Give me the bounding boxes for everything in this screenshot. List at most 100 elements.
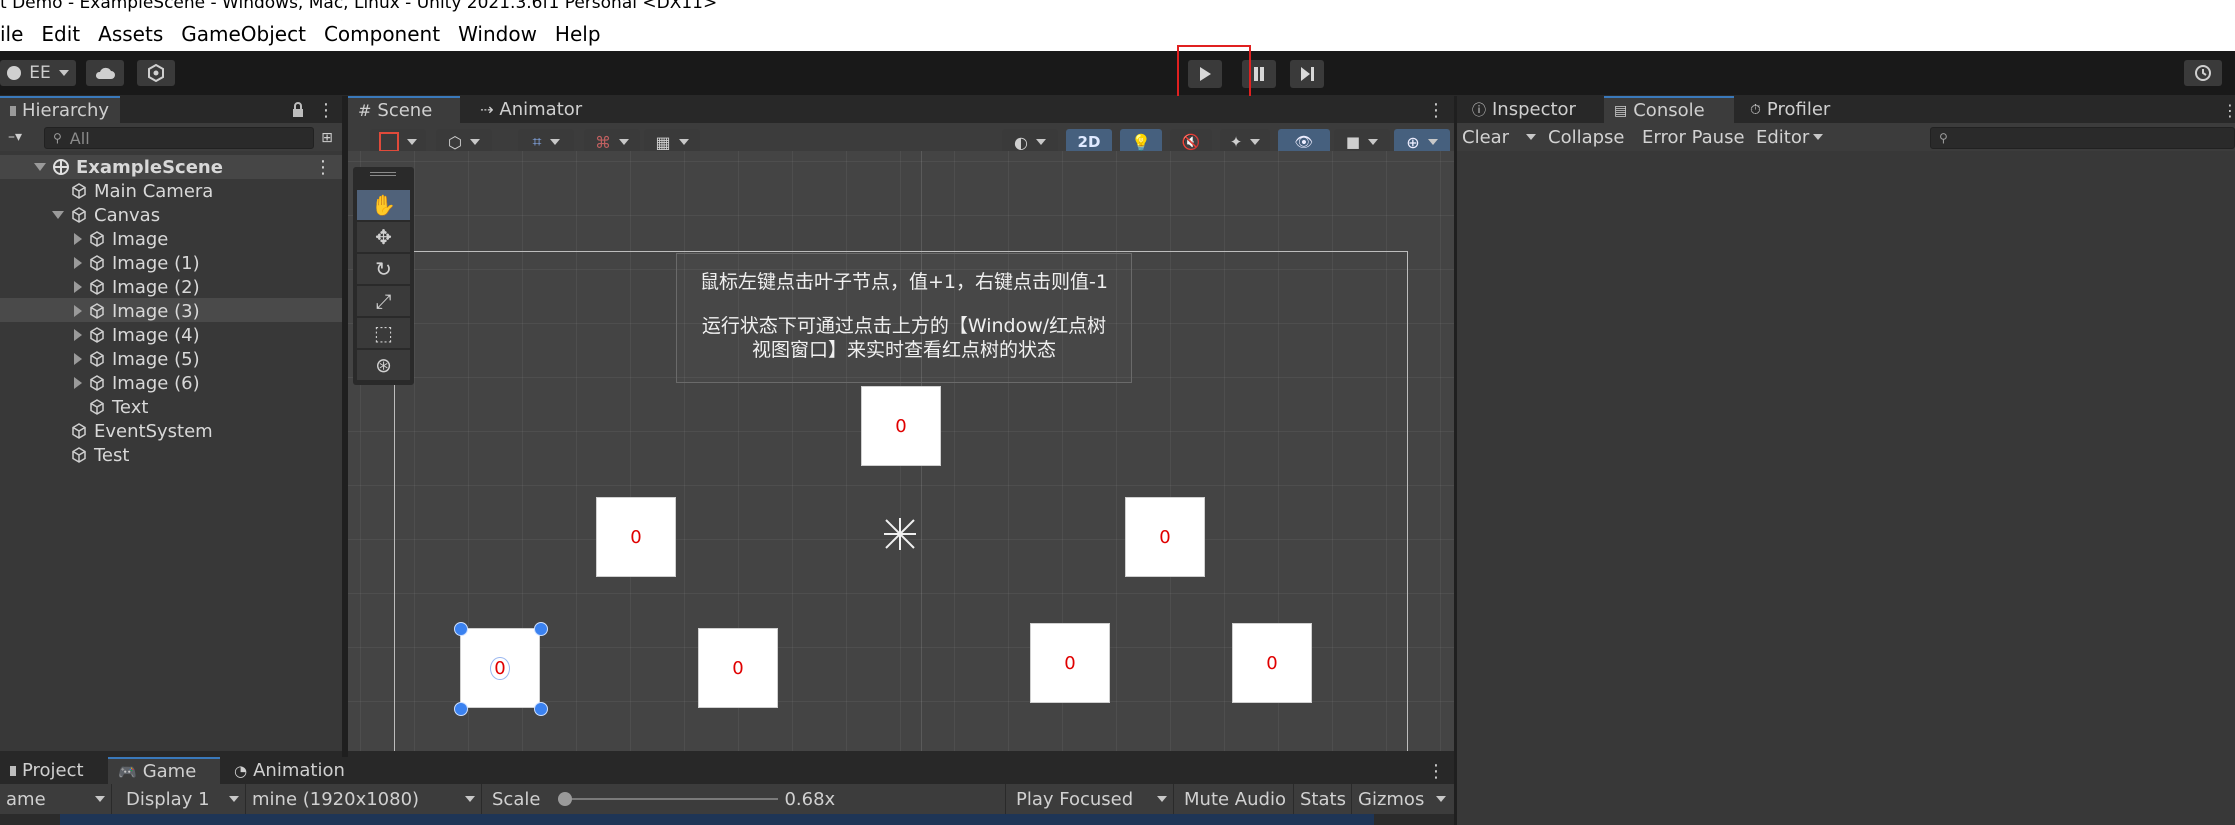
window-title-text: t Demo - ExampleScene - Windows, Mac, Li… bbox=[0, 0, 718, 13]
hierarchy-item-image-3[interactable]: Image (3) bbox=[74, 299, 200, 323]
scene-kebab-icon[interactable]: ⋮ bbox=[314, 157, 332, 178]
transform-tool[interactable]: ⊛ bbox=[357, 350, 410, 380]
scale-tool[interactable]: ⤢ bbox=[357, 286, 410, 316]
rotate-tool[interactable]: ↻ bbox=[357, 254, 410, 284]
tab-animator-label: Animator bbox=[499, 99, 583, 120]
history-button[interactable] bbox=[2184, 60, 2222, 86]
collapse-toggle[interactable]: Collapse bbox=[1548, 125, 1638, 149]
hierarchy-item-eventsystem[interactable]: EventSystem bbox=[70, 419, 213, 443]
rect-handle[interactable] bbox=[454, 622, 468, 636]
hierarchy-item-test[interactable]: Test bbox=[70, 443, 129, 467]
hierarchy-item-main-camera[interactable]: Main Camera bbox=[70, 179, 213, 203]
tree-node-leaf[interactable]: 0 bbox=[698, 628, 778, 708]
hierarchy-item-image-5[interactable]: Image (5) bbox=[74, 347, 200, 371]
lock-icon[interactable] bbox=[288, 100, 308, 120]
create-dropdown[interactable]: –▾ bbox=[0, 126, 30, 148]
console-search-input[interactable]: ⚲ bbox=[1930, 127, 2235, 149]
chevron-down-icon bbox=[1157, 796, 1167, 802]
menu-file[interactable]: ile bbox=[0, 22, 32, 46]
collab-button[interactable] bbox=[137, 60, 175, 86]
tree-node-left[interactable]: 0 bbox=[596, 497, 676, 577]
kebab-menu-icon[interactable]: ⋮ bbox=[316, 99, 336, 121]
palette-grip[interactable] bbox=[370, 172, 396, 176]
menu-component[interactable]: Component bbox=[315, 22, 449, 46]
tab-game[interactable]: 🎮 Game bbox=[108, 757, 220, 784]
tab-hierarchy[interactable]: Hierarchy bbox=[0, 96, 120, 123]
console-icon: ▤ bbox=[1614, 102, 1628, 119]
gameobject-cube-icon bbox=[90, 279, 104, 295]
menu-assets[interactable]: Assets bbox=[89, 22, 172, 46]
scale-icon: ⤢ bbox=[375, 289, 392, 313]
tab-project[interactable]: Project bbox=[0, 757, 104, 784]
tab-animation[interactable]: ◔ Animation bbox=[224, 757, 364, 784]
node-value: 0 bbox=[1064, 652, 1076, 674]
hierarchy-item-image-6[interactable]: Image (6) bbox=[74, 371, 200, 395]
panel-splitter[interactable] bbox=[342, 96, 348, 757]
scale-slider[interactable] bbox=[558, 792, 779, 806]
hierarchy-search-placeholder: All bbox=[69, 128, 90, 148]
mute-audio-toggle[interactable]: Mute Audio bbox=[1178, 784, 1294, 814]
gameobject-cube-icon bbox=[90, 231, 104, 247]
display-dropdown[interactable]: Display 1 bbox=[120, 784, 246, 814]
hierarchy-item-label: Image (1) bbox=[112, 252, 200, 274]
rect-handle[interactable] bbox=[454, 702, 468, 716]
tree-node-leaf[interactable]: 0 bbox=[1030, 623, 1110, 703]
scene-kebab-menu-icon[interactable]: ⋮ bbox=[1426, 99, 1446, 121]
menu-help[interactable]: Help bbox=[546, 22, 610, 46]
hierarchy-item-text[interactable]: Text bbox=[88, 395, 148, 419]
hierarchy-item-image-2[interactable]: Image (2) bbox=[74, 275, 200, 299]
hierarchy-item-image[interactable]: Image bbox=[74, 227, 168, 251]
cloud-button[interactable] bbox=[86, 60, 124, 86]
gizmos-game-dropdown[interactable]: Gizmos bbox=[1352, 784, 1452, 814]
step-button[interactable] bbox=[1290, 60, 1324, 88]
stats-toggle[interactable]: Stats bbox=[1294, 784, 1352, 814]
scene-search-icon[interactable]: ⊞ bbox=[316, 127, 338, 149]
tree-node-root[interactable]: 0 bbox=[861, 386, 941, 466]
hierarchy-item-canvas[interactable]: Canvas bbox=[52, 203, 160, 227]
hierarchy-item-label: Image bbox=[112, 228, 169, 250]
hierarchy-scene-row[interactable]: ExampleScene ⋮ bbox=[0, 155, 342, 179]
menu-window[interactable]: Window bbox=[449, 22, 546, 46]
tab-inspector[interactable]: ⓘ Inspector bbox=[1462, 96, 1596, 123]
collab-icon bbox=[148, 64, 164, 82]
instruction-text-box[interactable]: 鼠标左键点击叶子节点，值+1，右键点击则值-1 运行状态下可通过点击上方的【Wi… bbox=[676, 253, 1132, 383]
collapse-arrow-icon bbox=[52, 211, 64, 219]
game-kebab-menu-icon[interactable]: ⋮ bbox=[1426, 760, 1446, 782]
console-log-area[interactable] bbox=[1457, 151, 2235, 825]
hierarchy-item-image-4[interactable]: Image (4) bbox=[74, 323, 200, 347]
tab-profiler[interactable]: ⏱ Profiler bbox=[1740, 96, 1870, 123]
stats-label: Stats bbox=[1300, 788, 1346, 810]
display-label: Display 1 bbox=[126, 788, 210, 810]
play-focused-dropdown[interactable]: Play Focused bbox=[1010, 784, 1174, 814]
account-dropdown[interactable]: EE bbox=[0, 60, 76, 86]
menu-edit[interactable]: Edit bbox=[32, 22, 89, 46]
error-pause-toggle[interactable]: Error Pause bbox=[1642, 125, 1752, 149]
hand-tool[interactable]: ✋ bbox=[357, 190, 410, 220]
tree-node-right[interactable]: 0 bbox=[1125, 497, 1205, 577]
chevron-down-icon bbox=[465, 796, 475, 802]
eye-slash-icon: 👁 bbox=[1294, 133, 1314, 151]
rect-tool[interactable]: ⬚ bbox=[357, 318, 410, 348]
game-view-dropdown[interactable]: ame bbox=[0, 784, 112, 814]
resolution-dropdown[interactable]: mine (1920x1080) bbox=[246, 784, 482, 814]
hierarchy-search[interactable]: ⚲ All bbox=[44, 127, 314, 149]
rect-handle[interactable] bbox=[534, 622, 548, 636]
scale-slider-thumb[interactable] bbox=[558, 792, 573, 806]
scene-viewport[interactable]: 鼠标左键点击叶子节点，值+1，右键点击则值-1 运行状态下可通过点击上方的【Wi… bbox=[348, 151, 1454, 751]
tab-animator[interactable]: ⇢ Animator bbox=[470, 96, 590, 123]
hierarchy-item-image-1[interactable]: Image (1) bbox=[74, 251, 200, 275]
main-toolbar bbox=[0, 51, 2235, 95]
move-tool[interactable]: ✥ bbox=[357, 222, 410, 252]
tree-node-leaf-selected[interactable]: 0 bbox=[460, 628, 540, 708]
tab-hierarchy-label: Hierarchy bbox=[22, 100, 110, 121]
tab-scene[interactable]: # Scene bbox=[348, 96, 460, 123]
node-value: 0 bbox=[895, 415, 907, 437]
clear-options-dropdown[interactable] bbox=[1520, 125, 1542, 149]
editor-dropdown[interactable]: Editor bbox=[1756, 125, 1826, 149]
tab-console[interactable]: ▤ Console bbox=[1604, 96, 1734, 123]
tab-project-label: Project bbox=[22, 760, 84, 781]
right-kebab-menu-icon[interactable]: ⋮ bbox=[2222, 99, 2235, 121]
menu-gameobject[interactable]: GameObject bbox=[172, 22, 315, 46]
tree-node-leaf[interactable]: 0 bbox=[1232, 623, 1312, 703]
rect-handle[interactable] bbox=[534, 702, 548, 716]
